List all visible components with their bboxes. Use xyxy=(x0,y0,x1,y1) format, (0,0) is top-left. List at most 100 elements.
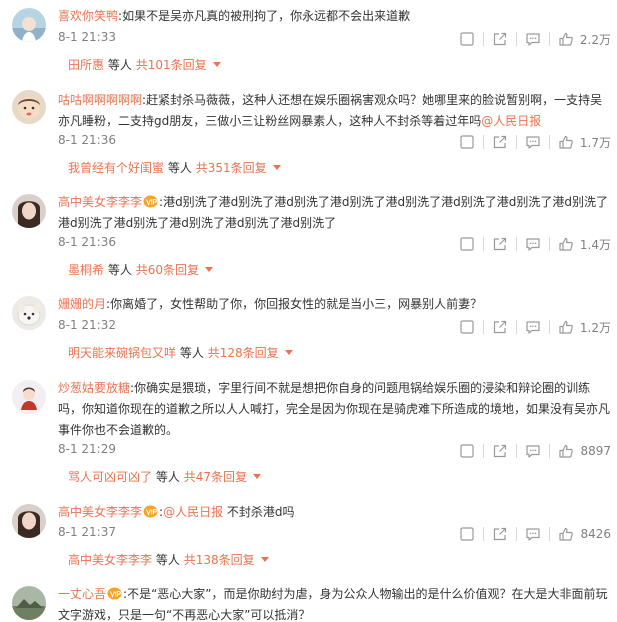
avatar[interactable] xyxy=(12,296,46,330)
square-icon[interactable] xyxy=(459,526,475,542)
reply-summary[interactable]: 明天能来碗锅包又咩 等人 共128条回复 xyxy=(68,344,611,364)
reply-total[interactable]: 共128条回复 xyxy=(208,346,279,360)
reply-username[interactable]: 骂人可凶可凶了 xyxy=(68,470,152,484)
comment-date: 8-1 21:37 xyxy=(58,525,116,539)
comment-meta: 8-1 21:37 8426 xyxy=(58,524,611,544)
reply-username[interactable]: 高中美女李李李 xyxy=(68,553,152,567)
comment-username[interactable]: 姗姗的月 xyxy=(58,297,106,311)
like-count: 1.4万 xyxy=(579,237,611,252)
square-icon[interactable] xyxy=(459,319,475,335)
comment-actions: 1.7万 xyxy=(459,132,611,152)
reply-middle: 等人 xyxy=(107,58,132,72)
thumbs-up-icon[interactable] xyxy=(558,319,574,335)
chevron-down-icon[interactable] xyxy=(260,557,269,562)
like-count: 8426 xyxy=(580,527,611,541)
avatar[interactable] xyxy=(12,8,46,42)
share-icon[interactable] xyxy=(492,526,508,542)
square-icon[interactable] xyxy=(459,134,475,150)
comment-username[interactable]: 一丈心吾 xyxy=(58,587,106,601)
comment-text: 如果不是吴亦凡真的被刑拘了，你永远都不会出来道歉 xyxy=(122,9,411,23)
comment-username[interactable]: 炒葱姑要放糖 xyxy=(58,381,130,395)
comment-body: 高中美女李李李:@人民日报 不封杀港d吗 xyxy=(58,505,295,519)
comment-username[interactable]: 高中美女李李李 xyxy=(58,505,142,519)
share-icon[interactable] xyxy=(492,236,508,252)
comment-actions: 8897 xyxy=(459,441,611,461)
chevron-down-icon[interactable] xyxy=(272,165,281,170)
comment-meta: 8-1 21:32 1.2万 xyxy=(58,317,611,337)
chevron-down-icon[interactable] xyxy=(212,62,221,67)
comment-body: 喜欢你笑鸭:如果不是吴亦凡真的被刑拘了，你永远都不会出来道歉 xyxy=(58,9,411,23)
thumbs-up-icon[interactable] xyxy=(558,31,574,47)
comment-date: 8-1 21:33 xyxy=(58,30,116,44)
square-icon[interactable] xyxy=(459,443,475,459)
chevron-down-icon[interactable] xyxy=(252,474,261,479)
reply-username[interactable]: 明天能来碗锅包又咩 xyxy=(68,346,176,360)
comment-text: 你离婚了，女性帮助了你，你回报女性的就是当小三，网暴别人前妻？ xyxy=(110,297,483,311)
avatar[interactable] xyxy=(12,504,46,538)
reply-summary[interactable]: 墨桐希 等人 共60条回复 xyxy=(68,261,611,281)
comment-icon[interactable] xyxy=(525,526,541,542)
avatar[interactable] xyxy=(12,194,46,228)
reply-middle: 等人 xyxy=(107,263,132,277)
share-icon[interactable] xyxy=(492,134,508,150)
comment-body: 咕咕啊啊啊啊啊:赶紧封杀马薇薇，这种人还想在娱乐圈祸害观众吗？她哪里来的脸说暂别… xyxy=(58,93,603,128)
comment-date: 8-1 21:32 xyxy=(58,318,116,332)
comment-username[interactable]: 咕咕啊啊啊啊啊 xyxy=(58,93,142,107)
share-icon[interactable] xyxy=(492,31,508,47)
comment-icon[interactable] xyxy=(525,134,541,150)
reply-middle: 等人 xyxy=(155,553,180,567)
comment-meta: 8-1 21:33 2.2万 xyxy=(58,29,611,49)
reply-summary[interactable]: 高中美女李李李 等人 共138条回复 xyxy=(68,551,611,571)
like-count: 1.7万 xyxy=(579,135,611,150)
comment-body: 姗姗的月:你离婚了，女性帮助了你，你回报女性的就是当小三，网暴别人前妻？ xyxy=(58,297,483,311)
mention-link[interactable]: @人民日报 xyxy=(163,505,223,519)
avatar[interactable] xyxy=(12,586,46,620)
reply-summary[interactable]: 骂人可凶可凶了 等人 共47条回复 xyxy=(68,468,611,488)
reply-username[interactable]: 田所惠 xyxy=(68,58,104,72)
comment-username[interactable]: 高中美女李李李 xyxy=(58,195,142,209)
avatar[interactable] xyxy=(12,90,46,124)
comment-actions: 2.2万 xyxy=(459,29,611,49)
like-count: 8897 xyxy=(580,444,611,458)
vip-badge-icon xyxy=(107,587,122,600)
comment-body: 高中美女李李李:港d别洗了港d别洗了港d别洗了港d别洗了港d别洗了港d别洗了港d… xyxy=(58,195,609,230)
reply-username[interactable]: 我曾经有个好闺蜜 xyxy=(68,161,164,175)
vip-badge-icon xyxy=(143,195,158,208)
chevron-down-icon[interactable] xyxy=(284,350,293,355)
chevron-down-icon[interactable] xyxy=(204,267,213,272)
thumbs-up-icon[interactable] xyxy=(558,526,574,542)
comment-icon[interactable] xyxy=(525,443,541,459)
reply-middle: 等人 xyxy=(167,161,192,175)
comment-icon[interactable] xyxy=(525,236,541,252)
reply-username[interactable]: 墨桐希 xyxy=(68,263,104,277)
comment-meta: 8-1 21:36 1.7万 xyxy=(58,132,611,152)
comment-meta: 8-1 21:29 8897 xyxy=(58,441,611,461)
reply-middle: 等人 xyxy=(179,346,204,360)
comment-body: 炒葱姑要放糖:你确实是猥琐，字里行间不就是想把你自身的问题甩锅给娱乐圈的浸染和辩… xyxy=(58,381,611,437)
avatar[interactable] xyxy=(12,380,46,414)
square-icon[interactable] xyxy=(459,31,475,47)
comment-body: 一丈心吾:不是“恶心大家”，而是你助纣为虐，身为公众人物输出的是什么价值观？在大… xyxy=(58,587,608,622)
comment-actions: 8426 xyxy=(459,524,611,544)
thumbs-up-icon[interactable] xyxy=(558,443,574,459)
reply-summary[interactable]: 我曾经有个好闺蜜 等人 共351条回复 xyxy=(68,159,611,179)
reply-total[interactable]: 共101条回复 xyxy=(136,58,207,72)
thumbs-up-icon[interactable] xyxy=(558,134,574,150)
reply-total[interactable]: 共60条回复 xyxy=(136,263,199,277)
reply-summary[interactable]: 田所惠 等人 共101条回复 xyxy=(68,56,611,76)
reply-total[interactable]: 共351条回复 xyxy=(196,161,267,175)
thumbs-up-icon[interactable] xyxy=(558,236,574,252)
reply-total[interactable]: 共47条回复 xyxy=(184,470,247,484)
comment-username[interactable]: 喜欢你笑鸭 xyxy=(58,9,118,23)
comment-icon[interactable] xyxy=(525,31,541,47)
comment-meta: 8-1 21:36 1.4万 xyxy=(58,234,611,254)
comment-date: 8-1 21:36 xyxy=(58,133,116,147)
comment-date: 8-1 21:36 xyxy=(58,235,116,249)
share-icon[interactable] xyxy=(492,443,508,459)
reply-total[interactable]: 共138条回复 xyxy=(184,553,255,567)
mention-link[interactable]: @人民日报 xyxy=(481,114,541,128)
share-icon[interactable] xyxy=(492,319,508,335)
square-icon[interactable] xyxy=(459,236,475,252)
comment-icon[interactable] xyxy=(525,319,541,335)
comment-date: 8-1 21:29 xyxy=(58,442,116,456)
